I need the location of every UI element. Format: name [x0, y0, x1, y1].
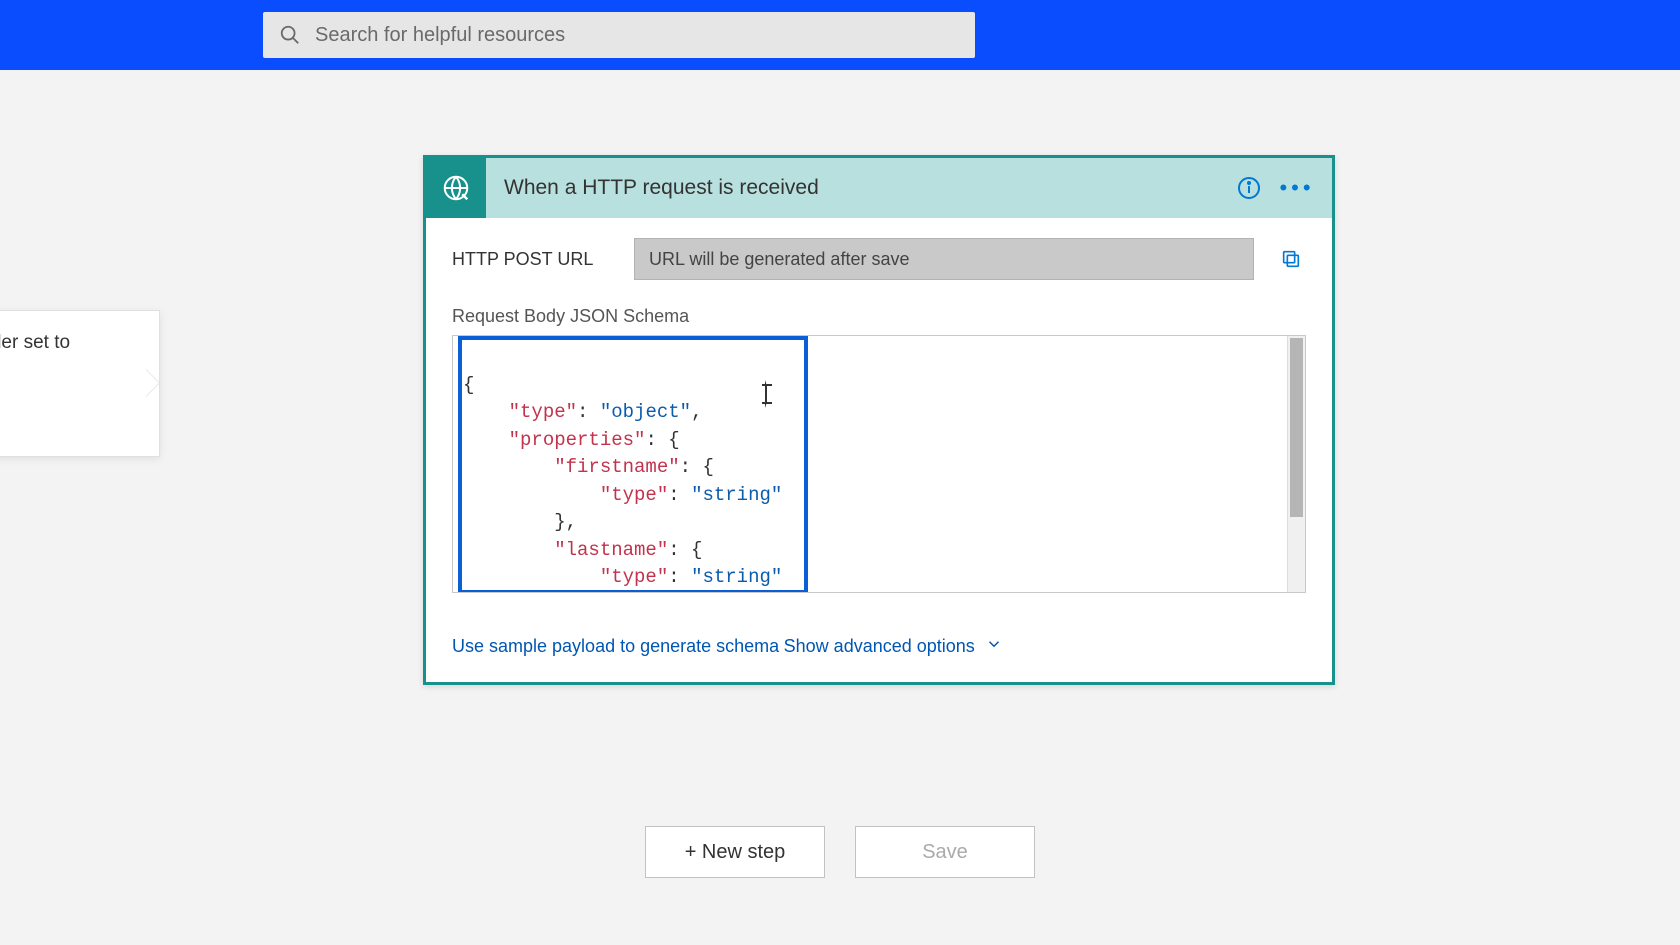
ellipsis-icon: ••• [1279, 175, 1314, 201]
new-step-button[interactable]: + New step [645, 826, 825, 878]
json-key: "properties" [509, 429, 646, 451]
trigger-title: When a HTTP request is received [504, 176, 1216, 200]
canvas-area: ude a Content-Type header set to your re… [0, 70, 1680, 945]
trigger-header[interactable]: When a HTTP request is received ••• [426, 158, 1332, 218]
json-key: "type" [600, 566, 668, 588]
json-value: "object" [600, 401, 691, 423]
schema-content[interactable]: { "type": "object", "properties": { "fir… [453, 336, 1287, 592]
json-value: "string" [691, 484, 782, 506]
trigger-body: HTTP POST URL URL will be generated afte… [426, 218, 1332, 682]
json-brace: }, [554, 511, 577, 533]
bottom-actions: + New step Save [0, 826, 1680, 878]
tooltip-card: ude a Content-Type header set to your re… [0, 310, 160, 457]
use-sample-payload-link[interactable]: Use sample payload to generate schema [452, 636, 779, 657]
copy-url-button[interactable] [1276, 244, 1306, 274]
json-key: "type" [600, 484, 668, 506]
url-field: URL will be generated after save [634, 238, 1254, 280]
json-key: "firstname" [554, 456, 679, 478]
http-trigger-icon [426, 158, 486, 218]
tooltip-dismiss[interactable]: o not show again [0, 410, 133, 438]
copy-icon [1280, 248, 1302, 270]
text-cursor [765, 380, 767, 408]
tooltip-line2: your request. [0, 357, 133, 385]
scrollbar[interactable] [1287, 336, 1305, 592]
json-key: "lastname" [554, 539, 668, 561]
search-input[interactable] [315, 24, 959, 47]
top-bar [0, 0, 1680, 70]
schema-editor[interactable]: { "type": "object", "properties": { "fir… [452, 335, 1306, 593]
json-brace: { [463, 374, 474, 396]
save-button[interactable]: Save [855, 826, 1035, 878]
info-icon[interactable] [1234, 173, 1264, 203]
search-icon [279, 24, 301, 46]
url-row: HTTP POST URL URL will be generated afte… [452, 238, 1306, 280]
more-menu-button[interactable]: ••• [1282, 173, 1312, 203]
chevron-down-icon [985, 635, 1003, 658]
schema-label: Request Body JSON Schema [452, 306, 1306, 327]
json-value: "string" [691, 566, 782, 588]
scrollbar-thumb[interactable] [1290, 338, 1303, 517]
trigger-card: When a HTTP request is received ••• HTTP… [423, 155, 1335, 685]
tooltip-line1: ude a Content-Type header set to [0, 329, 133, 357]
search-box[interactable] [263, 12, 975, 58]
url-label: HTTP POST URL [452, 249, 612, 270]
advanced-options-label: Show advanced options [784, 636, 975, 657]
show-advanced-options[interactable]: Show advanced options [784, 635, 1003, 658]
json-key: "type" [509, 401, 577, 423]
